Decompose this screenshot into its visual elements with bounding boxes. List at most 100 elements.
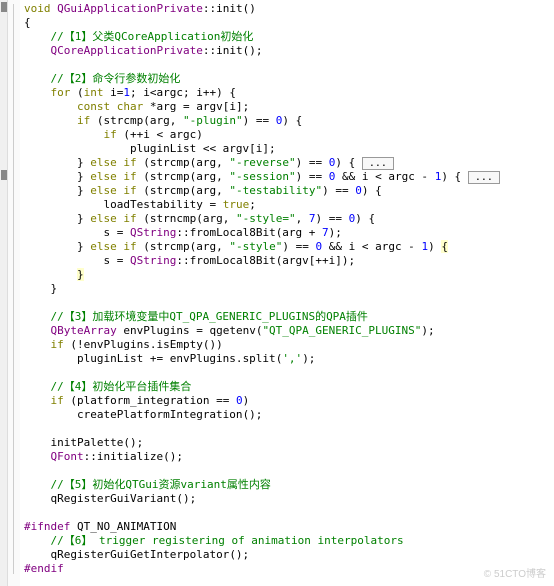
- token: ,: [296, 212, 309, 225]
- code-line[interactable]: void QGuiApplicationPrivate::init(): [24, 2, 550, 16]
- code-line[interactable]: {: [24, 16, 550, 30]
- token: QString: [130, 254, 176, 267]
- token: 7: [322, 226, 329, 239]
- code-line[interactable]: [24, 58, 550, 72]
- code-line[interactable]: createPlatformIntegration();: [24, 408, 550, 422]
- code-line[interactable]: if (strcmp(arg, "-plugin") == 0) {: [24, 114, 550, 128]
- token: ();: [123, 436, 143, 449]
- token: else: [90, 170, 117, 183]
- code-line[interactable]: [24, 506, 550, 520]
- code-line[interactable]: [24, 296, 550, 310]
- code-line[interactable]: } else if (strcmp(arg, "-session") == 0 …: [24, 170, 550, 184]
- code-line[interactable]: for (int i=1; i<argc; i++) {: [24, 86, 550, 100]
- token: && i < argc -: [322, 240, 421, 253]
- code-line[interactable]: [24, 576, 550, 586]
- token: s =: [103, 226, 130, 239]
- code-line[interactable]: } else if (strcmp(arg, "-style") == 0 &&…: [24, 240, 550, 254]
- code-line[interactable]: [24, 422, 550, 436]
- fold-ellipsis[interactable]: ...: [362, 157, 394, 170]
- token: ()): [203, 338, 223, 351]
- token: ) ==: [282, 240, 315, 253]
- token: (: [90, 114, 103, 127]
- code-line[interactable]: //【6】 trigger registering of animation i…: [24, 534, 550, 548]
- code-line[interactable]: if (platform_integration == 0): [24, 394, 550, 408]
- code-line[interactable]: } else if (strcmp(arg, "-reverse") == 0)…: [24, 156, 550, 170]
- code-line[interactable]: s = QString::fromLocal8Bit(arg + 7);: [24, 226, 550, 240]
- code-line[interactable]: //【1】父类QCoreApplication初始化: [24, 30, 550, 44]
- token: QFont: [51, 450, 84, 463]
- token: char: [117, 100, 144, 113]
- token: ();: [176, 492, 196, 505]
- code-line[interactable]: //【4】初始化平台插件集合: [24, 380, 550, 394]
- token: (argv[++i]);: [276, 254, 355, 267]
- token: (arg,: [190, 170, 230, 183]
- token: true: [223, 198, 250, 211]
- code-line[interactable]: } else if (strcmp(arg, "-testability") =…: [24, 184, 550, 198]
- code-editor[interactable]: void QGuiApplicationPrivate::init(){ //【…: [0, 0, 554, 586]
- token: ::: [176, 226, 189, 239]
- code-line[interactable]: //【3】加载环境变量中QT_QPA_GENERIC_PLUGINS的QPA插件: [24, 310, 550, 324]
- token: if: [123, 212, 136, 225]
- token: 0: [236, 394, 243, 407]
- token: pluginList += envPlugins.: [77, 352, 243, 365]
- token: strncmp: [150, 212, 196, 225]
- code-line[interactable]: if (!envPlugins.isEmpty()): [24, 338, 550, 352]
- token: //【5】初始化QTGui资源variant属性内容: [51, 478, 271, 491]
- marker-icon: [1, 2, 7, 12]
- code-line[interactable]: } else if (strncmp(arg, "-style=", 7) ==…: [24, 212, 550, 226]
- token: strcmp: [150, 156, 190, 169]
- token: if: [103, 128, 116, 141]
- token: (arg,: [190, 240, 230, 253]
- token: ) {: [335, 156, 362, 169]
- code-line[interactable]: qRegisterGuiGetInterpolator();: [24, 548, 550, 562]
- code-line[interactable]: //【5】初始化QTGui资源variant属性内容: [24, 478, 550, 492]
- token: //【6】 trigger registering of animation i…: [51, 534, 404, 547]
- token: pluginList << argv[i];: [130, 142, 276, 155]
- code-line[interactable]: QByteArray envPlugins = qgetenv("QT_QPA_…: [24, 324, 550, 338]
- token: 0: [355, 184, 362, 197]
- code-line[interactable]: QCoreApplicationPrivate::init();: [24, 44, 550, 58]
- token: ::: [176, 254, 189, 267]
- code-line[interactable]: }: [24, 282, 550, 296]
- token: ::: [203, 2, 216, 15]
- code-line[interactable]: pluginList << argv[i];: [24, 142, 550, 156]
- fold-bar[interactable]: [8, 0, 20, 586]
- token: #ifndef: [24, 520, 70, 533]
- code-line[interactable]: #endif: [24, 562, 550, 576]
- code-line[interactable]: }: [24, 268, 550, 282]
- token: }: [51, 282, 58, 295]
- fold-ellipsis[interactable]: ...: [468, 171, 500, 184]
- code-line[interactable]: loadTestability = true;: [24, 198, 550, 212]
- code-line[interactable]: pluginList += envPlugins.split(',');: [24, 352, 550, 366]
- token: if: [123, 170, 136, 183]
- token: //【1】父类QCoreApplication初始化: [51, 30, 254, 43]
- code-line[interactable]: #ifndef QT_NO_ANIMATION: [24, 520, 550, 534]
- token: ();: [243, 44, 263, 57]
- token: ();: [229, 548, 249, 561]
- code-line[interactable]: QFont::initialize();: [24, 450, 550, 464]
- code-line[interactable]: const char *arg = argv[i];: [24, 100, 550, 114]
- token: initialize: [97, 450, 163, 463]
- token: split: [243, 352, 276, 365]
- token: init: [216, 44, 243, 57]
- token: strcmp: [150, 240, 190, 253]
- code-line[interactable]: qRegisterGuiVariant();: [24, 492, 550, 506]
- token: "-style": [229, 240, 282, 253]
- code-line[interactable]: //【2】命令行参数初始化: [24, 72, 550, 86]
- token: strcmp: [150, 184, 190, 197]
- code-area[interactable]: void QGuiApplicationPrivate::init(){ //【…: [20, 0, 554, 586]
- token: (platform_integration ==: [64, 394, 236, 407]
- token: ;: [249, 198, 256, 211]
- token: ) ==: [315, 212, 348, 225]
- token: fromLocal8Bit: [190, 254, 276, 267]
- token: i=: [104, 86, 124, 99]
- code-line[interactable]: initPalette();: [24, 436, 550, 450]
- token: if: [77, 114, 90, 127]
- code-line[interactable]: if (++i < argc): [24, 128, 550, 142]
- token: if: [51, 338, 64, 351]
- code-line[interactable]: s = QString::fromLocal8Bit(argv[++i]);: [24, 254, 550, 268]
- token: QByteArray: [51, 324, 117, 337]
- token: loadTestability =: [103, 198, 222, 211]
- code-line[interactable]: [24, 464, 550, 478]
- code-line[interactable]: [24, 366, 550, 380]
